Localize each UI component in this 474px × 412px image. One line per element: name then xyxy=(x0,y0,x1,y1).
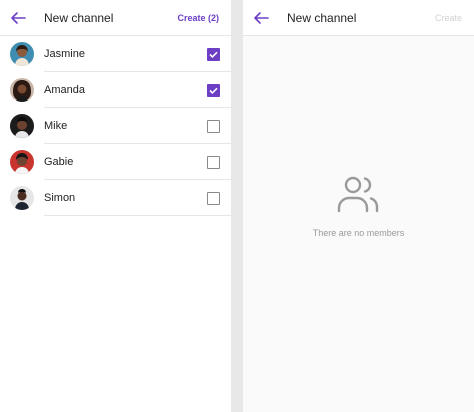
avatar xyxy=(10,114,34,138)
new-channel-panel-left: New channel Create (2) Jasmine Amanda Mi… xyxy=(0,0,231,412)
avatar xyxy=(10,78,34,102)
contact-name: Mike xyxy=(44,120,68,132)
avatar xyxy=(10,150,34,174)
app-header: New channel Create (2) xyxy=(0,0,231,36)
avatar xyxy=(10,42,34,66)
avatar xyxy=(10,186,34,210)
select-checkbox[interactable] xyxy=(207,192,220,205)
app-header: New channel Create xyxy=(243,0,474,36)
contact-row-gabie[interactable]: Gabie xyxy=(0,144,231,180)
contact-list: Jasmine Amanda Mike Gabie Simon xyxy=(0,36,231,216)
row-divider xyxy=(44,215,231,216)
select-checkbox[interactable] xyxy=(207,156,220,169)
select-checkbox[interactable] xyxy=(207,48,220,61)
contact-name: Gabie xyxy=(44,156,74,168)
contact-name: Jasmine xyxy=(44,48,85,60)
create-button-disabled[interactable]: Create xyxy=(435,12,462,24)
select-checkbox[interactable] xyxy=(207,120,220,133)
create-button[interactable]: Create (2) xyxy=(177,12,219,24)
page-title: New channel xyxy=(44,11,114,25)
contact-row-amanda[interactable]: Amanda xyxy=(0,72,231,108)
contact-name: Amanda xyxy=(44,84,85,96)
contact-row-jasmine[interactable]: Jasmine xyxy=(0,36,231,72)
page-title: New channel xyxy=(287,11,357,25)
arrow-left-icon[interactable] xyxy=(252,9,270,27)
users-icon xyxy=(337,176,379,213)
contact-name: Simon xyxy=(44,192,76,204)
contact-row-simon[interactable]: Simon xyxy=(0,180,231,216)
empty-state-message: There are no members xyxy=(312,228,405,238)
contact-row-mike[interactable]: Mike xyxy=(0,108,231,144)
arrow-left-icon[interactable] xyxy=(9,9,27,27)
select-checkbox[interactable] xyxy=(207,84,220,97)
